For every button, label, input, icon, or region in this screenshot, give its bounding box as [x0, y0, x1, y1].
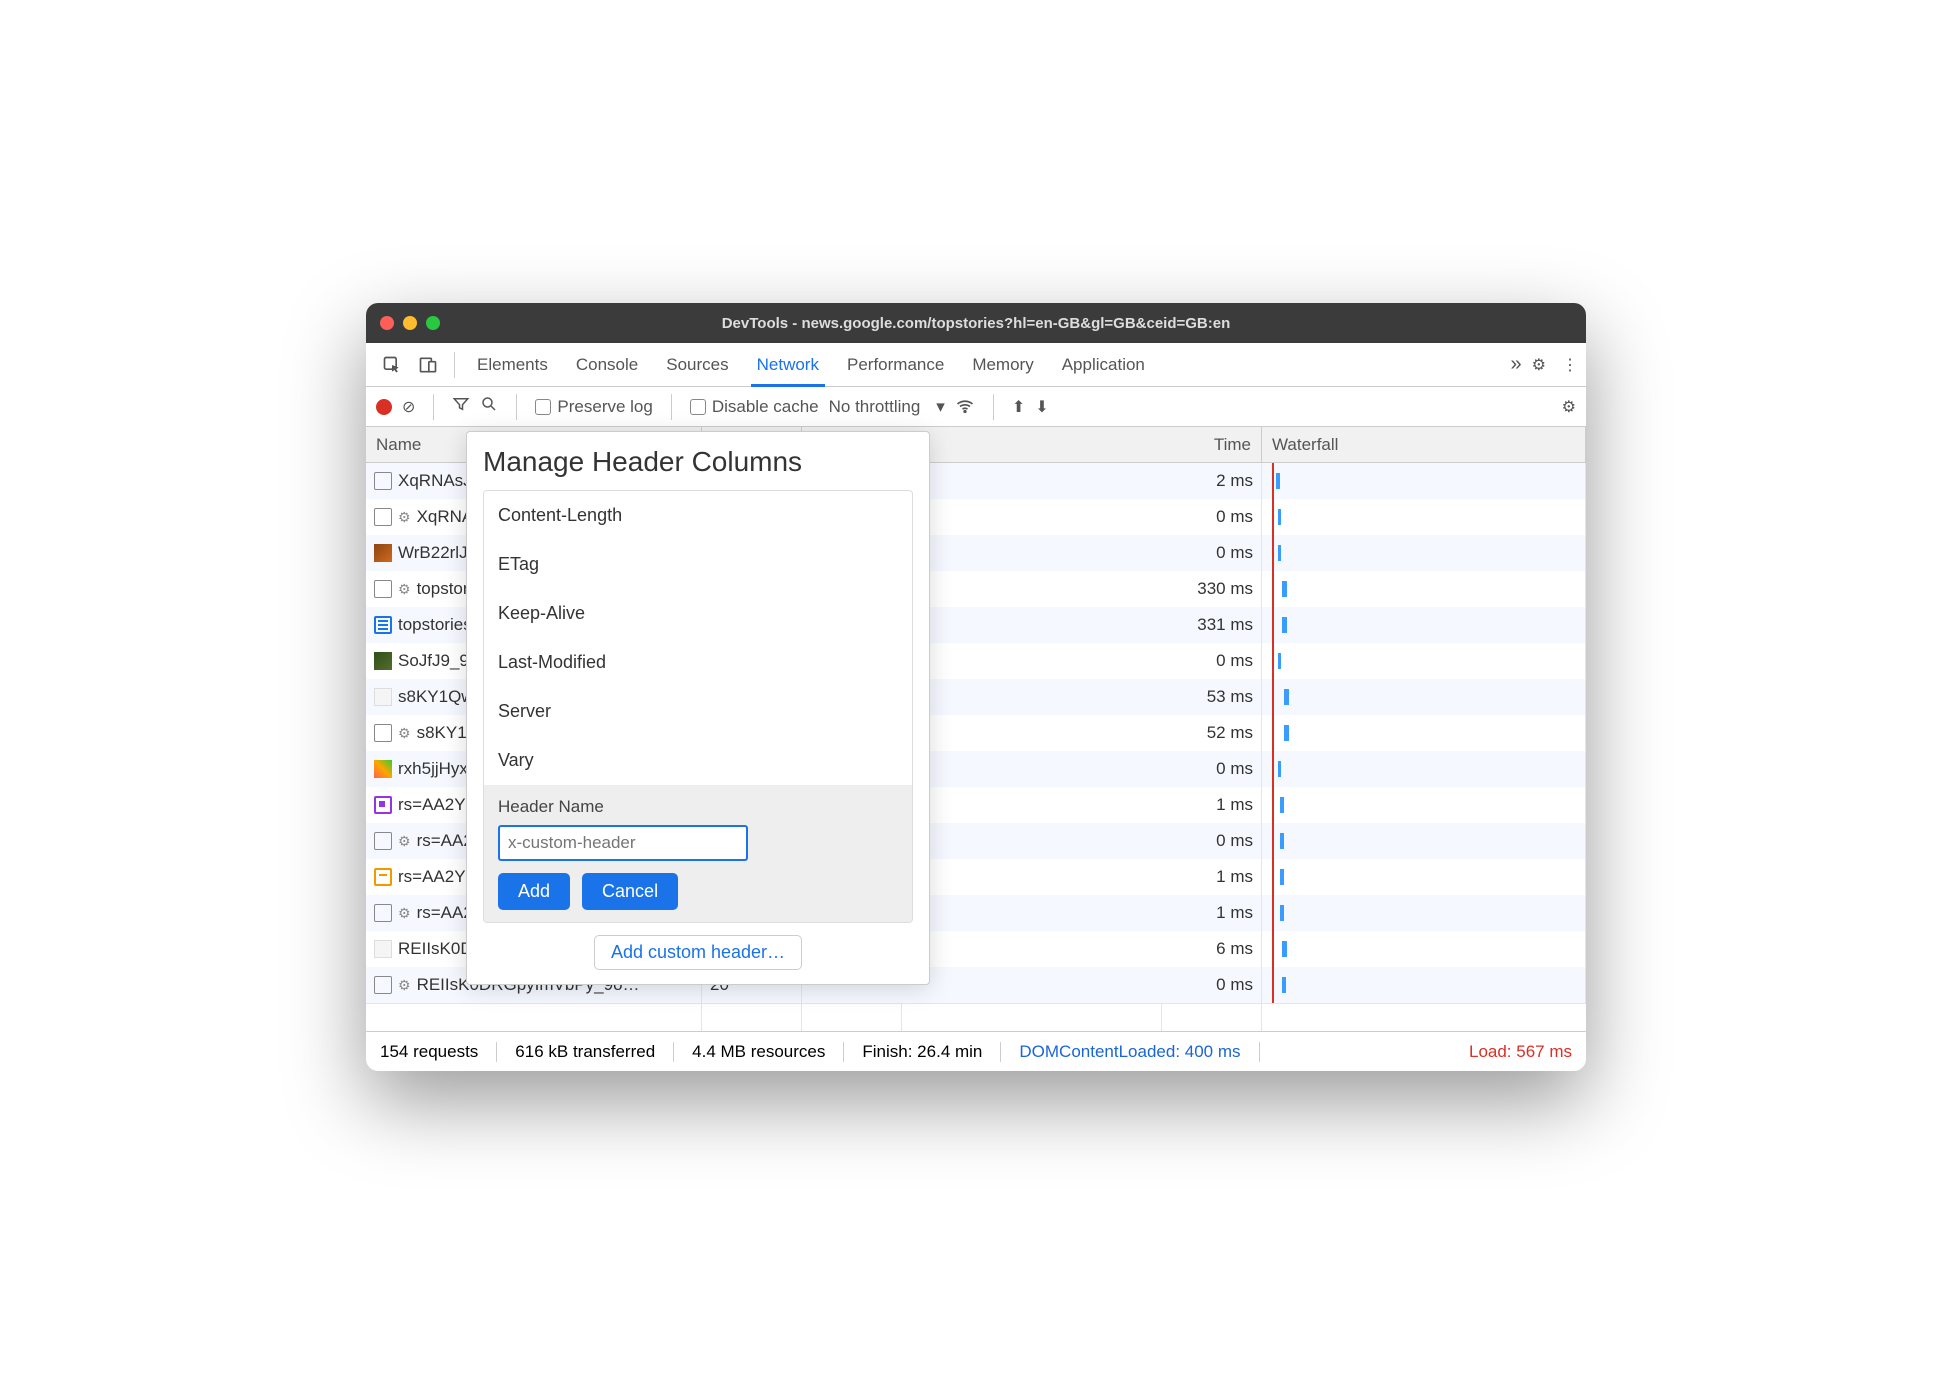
header-item[interactable]: Content-Length [484, 491, 912, 540]
gear-icon: ⚙ [398, 833, 411, 850]
waterfall-cell [1262, 823, 1586, 859]
upload-har-icon[interactable]: ⬆ [1012, 397, 1025, 417]
custom-header-form: Header Name Add Cancel [484, 785, 912, 922]
add-button[interactable]: Add [498, 873, 570, 910]
waterfall-cell [1262, 931, 1586, 967]
waterfall-cell [1262, 787, 1586, 823]
request-table: Manage Header Columns Content-Length ETa… [366, 463, 1586, 1003]
gear-icon: ⚙ [398, 725, 411, 742]
network-toolbar: ⊘ Preserve log Disable cache No throttli… [366, 387, 1586, 427]
status-transferred: 616 kB transferred [497, 1042, 674, 1062]
download-har-icon[interactable]: ⬇ [1035, 397, 1048, 417]
gear-icon: ⚙ [398, 977, 411, 994]
tab-console[interactable]: Console [562, 343, 652, 386]
disable-cache-checkbox[interactable]: Disable cache [690, 397, 819, 417]
maximize-window-button[interactable] [426, 316, 440, 330]
add-custom-header-button[interactable]: Add custom header… [594, 935, 802, 970]
table-footer-spacer [366, 1003, 1586, 1031]
waterfall-cell [1262, 463, 1586, 499]
gear-icon: ⚙ [398, 509, 411, 526]
waterfall-cell [1262, 607, 1586, 643]
kebab-menu-icon[interactable]: ⋮ [1562, 355, 1578, 375]
preserve-log-checkbox[interactable]: Preserve log [535, 397, 652, 417]
waterfall-cell [1262, 895, 1586, 931]
waterfall-cell [1262, 715, 1586, 751]
waterfall-cell [1262, 643, 1586, 679]
tab-sources[interactable]: Sources [652, 343, 742, 386]
header-item[interactable]: ETag [484, 540, 912, 589]
network-conditions-icon[interactable] [955, 394, 975, 419]
status-bar: 154 requests 616 kB transferred 4.4 MB r… [366, 1031, 1586, 1071]
clear-icon[interactable]: ⊘ [402, 397, 415, 417]
window-title: DevTools - news.google.com/topstories?hl… [722, 315, 1231, 332]
status-requests: 154 requests [380, 1042, 497, 1062]
network-settings-icon[interactable]: ⚙ [1562, 397, 1576, 417]
waterfall-cell [1262, 679, 1586, 715]
settings-icon[interactable]: ⚙ [1532, 355, 1546, 375]
record-button[interactable] [376, 399, 392, 415]
separator [454, 352, 455, 378]
popup-title: Manage Header Columns [467, 446, 929, 490]
tab-performance[interactable]: Performance [833, 343, 958, 386]
waterfall-cell [1262, 751, 1586, 787]
waterfall-cell [1262, 499, 1586, 535]
more-tabs-icon[interactable]: » [1501, 353, 1532, 376]
search-icon[interactable] [480, 395, 498, 418]
status-load: Load: 567 ms [1451, 1042, 1572, 1062]
header-item[interactable]: Keep-Alive [484, 589, 912, 638]
tab-memory[interactable]: Memory [958, 343, 1047, 386]
column-waterfall[interactable]: Waterfall [1262, 427, 1586, 462]
devtools-window: DevTools - news.google.com/topstories?hl… [366, 303, 1586, 1071]
panel-tabstrip: Elements Console Sources Network Perform… [366, 343, 1586, 387]
traffic-lights [380, 316, 440, 330]
cancel-button[interactable]: Cancel [582, 873, 678, 910]
waterfall-cell [1262, 967, 1586, 1003]
manage-header-columns-popup: Manage Header Columns Content-Length ETa… [466, 431, 930, 985]
minimize-window-button[interactable] [403, 316, 417, 330]
status-resources: 4.4 MB resources [674, 1042, 844, 1062]
throttling-select[interactable]: No throttling ▾ [829, 397, 945, 417]
tab-network[interactable]: Network [743, 343, 833, 386]
device-toolbar-icon[interactable] [410, 347, 446, 383]
header-name-input[interactable] [498, 825, 748, 861]
header-item[interactable]: Last-Modified [484, 638, 912, 687]
gear-icon: ⚙ [398, 581, 411, 598]
header-item[interactable]: Server [484, 687, 912, 736]
close-window-button[interactable] [380, 316, 394, 330]
inspect-element-icon[interactable] [374, 347, 410, 383]
waterfall-cell [1262, 535, 1586, 571]
header-item[interactable]: Vary [484, 736, 912, 785]
tab-application[interactable]: Application [1048, 343, 1159, 386]
header-name-label: Header Name [498, 797, 604, 816]
gear-icon: ⚙ [398, 905, 411, 922]
tab-elements[interactable]: Elements [463, 343, 562, 386]
waterfall-cell [1262, 571, 1586, 607]
header-list: Content-Length ETag Keep-Alive Last-Modi… [483, 490, 913, 923]
waterfall-load-line [1272, 463, 1274, 1003]
status-domcontentloaded: DOMContentLoaded: 400 ms [1001, 1042, 1259, 1062]
filter-icon[interactable] [452, 395, 470, 418]
waterfall-cell [1262, 859, 1586, 895]
titlebar: DevTools - news.google.com/topstories?hl… [366, 303, 1586, 343]
status-finish: Finish: 26.4 min [844, 1042, 1001, 1062]
